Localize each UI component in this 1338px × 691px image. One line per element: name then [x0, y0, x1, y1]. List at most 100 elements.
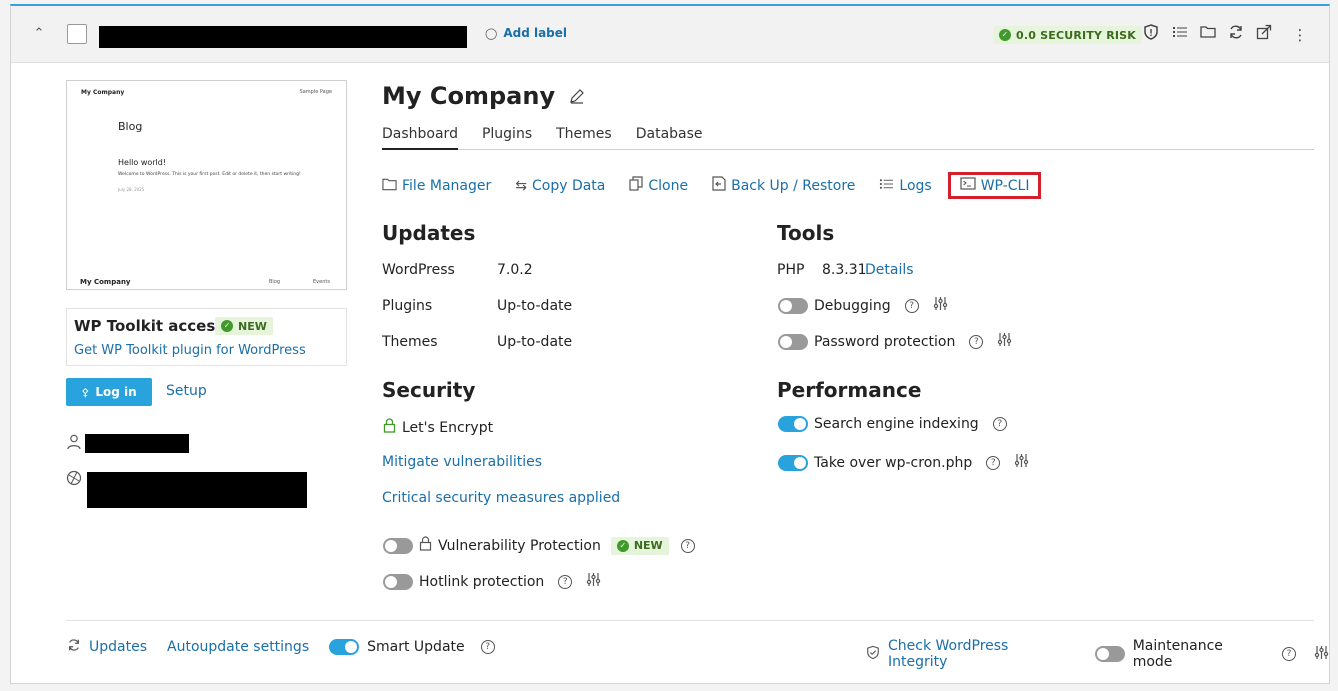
search-indexing-row: Search engine indexing ? [778, 416, 1007, 432]
backup-restore-label: Back Up / Restore [731, 177, 856, 194]
vulnerability-protection-toggle[interactable] [383, 537, 413, 554]
external-open-icon[interactable] [1253, 24, 1275, 46]
search-indexing-toggle[interactable] [778, 416, 808, 432]
settings-sliders-icon[interactable] [586, 572, 601, 591]
performance-heading: Performance [777, 378, 922, 402]
thumb-company: My Company [81, 89, 125, 96]
file-manager-label: File Manager [402, 177, 492, 194]
shield-check-icon [866, 645, 880, 664]
vuln-new-badge-text: NEW [633, 539, 663, 552]
lock-icon [383, 418, 396, 437]
smart-update-toggle[interactable] [329, 639, 360, 655]
smart-update-label: Smart Update [367, 639, 465, 655]
folder-icon[interactable] [1197, 24, 1219, 46]
debugging-toggle[interactable] [778, 297, 808, 314]
maintenance-mode-toggle[interactable] [1094, 646, 1125, 662]
select-checkbox[interactable] [67, 24, 87, 44]
thumb-footer-company: My Company [80, 278, 131, 286]
more-vertical-icon[interactable]: ⋮ [1289, 24, 1311, 46]
redacted-username [85, 434, 189, 453]
copy-data-link[interactable]: ⇆ Copy Data [515, 178, 605, 194]
logs-label: Logs [899, 177, 932, 194]
settings-sliders-icon[interactable] [933, 296, 948, 315]
redacted-url [87, 472, 307, 508]
logs-link[interactable]: Logs [879, 177, 932, 195]
password-protection-toggle[interactable] [778, 333, 808, 350]
site-title: My Company [382, 82, 585, 110]
site-card: ⌃ ◯ Add label ✓ 0.0 SECURITY RISK ⋮ My C… [10, 4, 1330, 684]
tab-plugins[interactable]: Plugins [482, 126, 532, 150]
settings-sliders-icon[interactable] [1314, 645, 1329, 664]
maintenance-mode-label: Maintenance mode [1132, 638, 1223, 670]
help-icon[interactable]: ? [1282, 647, 1297, 661]
copy-arrows-icon: ⇆ [515, 177, 527, 194]
hotlink-toggle[interactable] [383, 573, 413, 590]
copy-data-label: Copy Data [531, 177, 606, 194]
add-label-text: Add label [503, 26, 568, 40]
toolkit-plugin-link[interactable]: Get WP Toolkit plugin for WordPress [74, 343, 306, 358]
backup-restore-link[interactable]: Back Up / Restore [712, 176, 855, 195]
site-tabs: Dashboard Plugins Themes Database [382, 126, 1314, 150]
settings-sliders-icon[interactable] [997, 332, 1012, 351]
refresh-icon[interactable] [1225, 24, 1247, 46]
new-badge-text: NEW [238, 319, 267, 333]
file-manager-link[interactable]: File Manager [382, 177, 491, 195]
help-icon[interactable]: ? [480, 640, 495, 654]
card-header: ⌃ ◯ Add label ✓ 0.0 SECURITY RISK ⋮ [11, 6, 1329, 63]
site-title-text: My Company [382, 82, 556, 110]
wp-cron-row: Take over wp-cron.php ? [778, 453, 1029, 472]
vulnerability-protection-label: Vulnerability Protection [438, 537, 601, 554]
collapse-chevron-icon[interactable]: ⌃ [29, 24, 49, 44]
security-risk-badge[interactable]: ✓ 0.0 SECURITY RISK [993, 26, 1143, 44]
password-protection-label: Password protection [814, 333, 956, 350]
mitigate-vulnerabilities-link[interactable]: Mitigate vulnerabilities [382, 454, 542, 470]
redacted-domain [99, 26, 467, 48]
updates-wordpress-label: WordPress [382, 262, 455, 278]
wp-cli-link[interactable]: WP-CLI [947, 172, 1042, 199]
help-icon[interactable]: ? [969, 334, 984, 349]
folder-icon [382, 177, 397, 195]
wp-cron-toggle[interactable] [778, 454, 808, 471]
key-icon: ⚴ [81, 385, 90, 399]
check-circle-icon: ✓ [221, 320, 233, 332]
settings-sliders-icon[interactable] [1014, 453, 1029, 472]
thumb-footer-events: Events [313, 279, 330, 285]
tab-themes[interactable]: Themes [556, 126, 612, 150]
updates-heading: Updates [382, 221, 476, 245]
footer-updates-link[interactable]: Updates [89, 639, 147, 655]
toolkit-title: WP Toolkit access [74, 317, 225, 335]
check-integrity-link[interactable]: Check WordPress Integrity [888, 638, 1071, 670]
tab-database[interactable]: Database [636, 126, 703, 150]
updates-wordpress-value: 7.0.2 [497, 262, 533, 278]
login-button[interactable]: ⚴ Log in [66, 378, 152, 406]
tag-icon: ◯ [485, 26, 498, 40]
clone-link[interactable]: Clone [629, 176, 688, 195]
globe-icon [66, 470, 82, 490]
footer-left: Updates Autoupdate settings Smart Update… [67, 638, 495, 656]
setup-link[interactable]: Setup [166, 383, 207, 399]
help-icon[interactable]: ? [904, 298, 919, 313]
edit-pencil-icon[interactable] [569, 82, 585, 110]
lets-encrypt-label[interactable]: Let's Encrypt [402, 420, 493, 436]
shield-icon[interactable] [1140, 24, 1162, 46]
site-screenshot[interactable]: My Company Sample Page Blog Hello world!… [66, 80, 347, 290]
add-label-button[interactable]: ◯ Add label [485, 26, 567, 40]
help-icon[interactable]: ? [680, 538, 695, 553]
help-icon[interactable]: ? [986, 455, 1001, 470]
refresh-icon [67, 638, 81, 656]
security-heading: Security [382, 378, 476, 402]
check-circle-icon: ✓ [616, 539, 629, 552]
tools-heading: Tools [777, 221, 835, 245]
list-icon [879, 177, 894, 195]
critical-security-link[interactable]: Critical security measures applied [382, 490, 620, 506]
list-icon[interactable] [1169, 24, 1191, 46]
help-icon[interactable]: ? [558, 574, 573, 589]
thumb-hello: Hello world! [118, 158, 167, 167]
autoupdate-settings-link[interactable]: Autoupdate settings [167, 639, 309, 655]
help-icon[interactable]: ? [992, 417, 1007, 431]
user-icon [67, 434, 81, 454]
php-details-link[interactable]: Details [865, 262, 914, 278]
vulnerability-protection-row: Vulnerability Protection ✓ NEW ? [383, 536, 695, 555]
lets-encrypt-row: Let's Encrypt [383, 418, 493, 437]
tab-dashboard[interactable]: Dashboard [382, 126, 458, 150]
